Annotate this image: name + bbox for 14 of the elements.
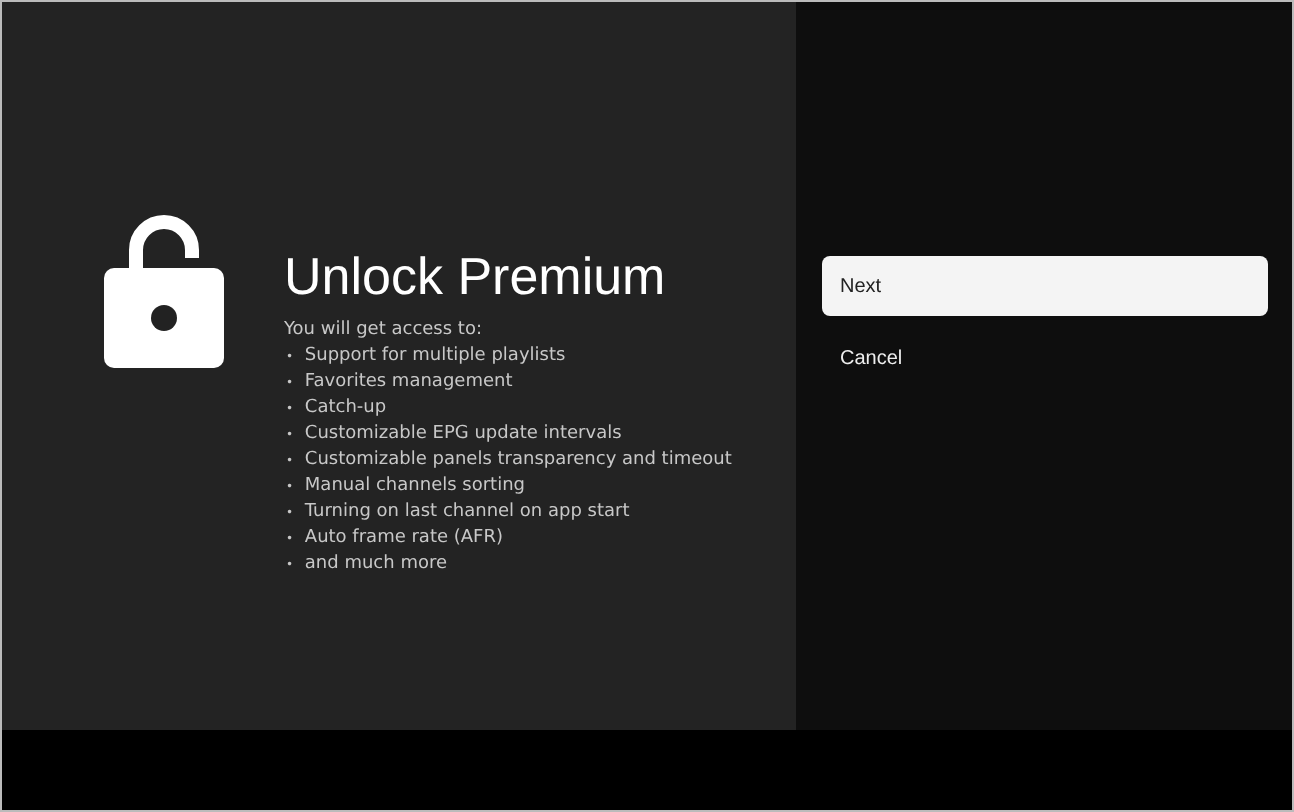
feature-text: Auto frame rate (AFR) xyxy=(304,528,503,548)
dialog-title: Unlock Premium xyxy=(284,244,668,308)
feature-text: Customizable EPG update intervals xyxy=(304,424,622,444)
intro-text: You will get access to: xyxy=(284,318,484,344)
cancel-button[interactable]: Cancel xyxy=(822,328,1268,388)
feature-text: and much more xyxy=(304,554,448,574)
feature-text: Support for multiple playlists xyxy=(304,346,566,366)
feature-text: Customizable panels transparency and timeout xyxy=(304,450,732,470)
feature-text: Turning on last channel on app start xyxy=(304,502,630,522)
unlocked-padlock-icon xyxy=(104,214,224,370)
next-button[interactable]: Next xyxy=(822,256,1268,316)
feature-text: Manual channels sorting xyxy=(304,476,525,496)
feature-text: Catch-up xyxy=(304,398,387,418)
feature-text: Favorites management xyxy=(304,372,513,392)
